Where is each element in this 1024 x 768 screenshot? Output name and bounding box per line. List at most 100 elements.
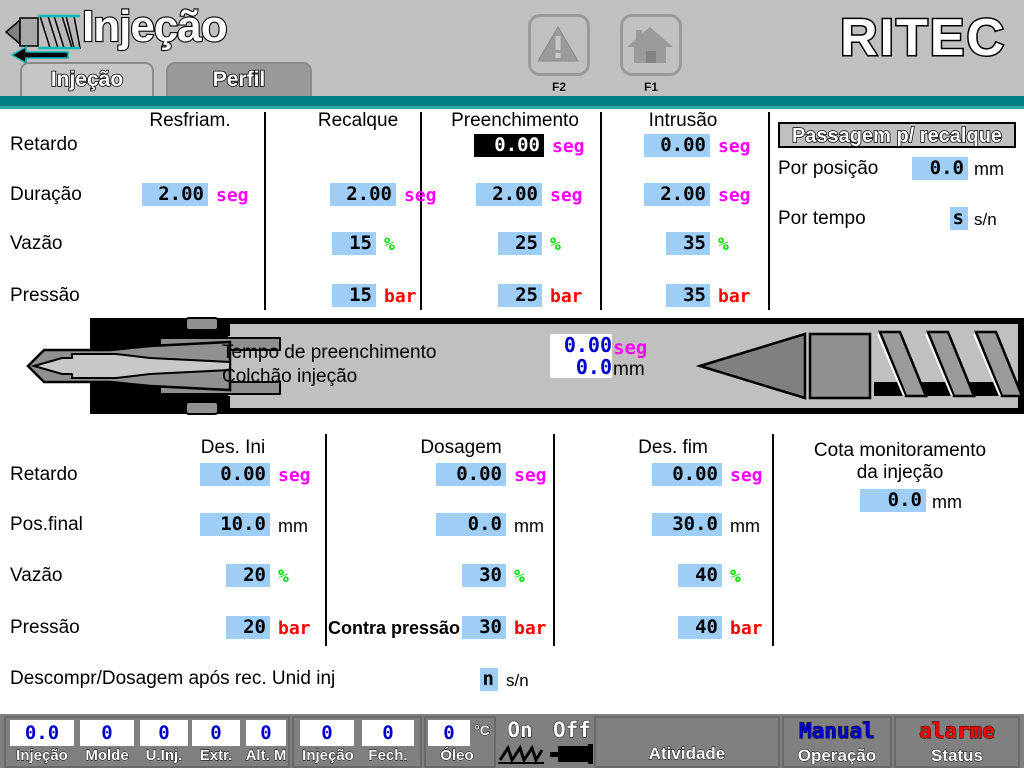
unit-preenchimento-pressao: bar (550, 286, 583, 307)
row-label-pressao-upper: Pressão (10, 285, 80, 306)
column-header-intrusao: Intrusão (648, 110, 718, 131)
column-header-resfriam: Resfriam. (149, 110, 231, 131)
f2-alarm-button[interactable] (528, 14, 590, 76)
status-value-extr: 0 (192, 720, 240, 746)
readout-tempo-unit: seg (613, 337, 648, 359)
unit-desini-pressao: bar (278, 618, 311, 639)
unit-contra-pressao: bar (514, 618, 547, 639)
field-desfim-retardo[interactable]: 0.00 (652, 463, 722, 486)
field-desfim-posfinal[interactable]: 30.0 (652, 513, 722, 536)
row-label-vazao-lower: Vazão (10, 565, 63, 586)
status-label-fech: Fech. (368, 747, 408, 765)
field-dosagem-posfinal[interactable]: 0.0 (436, 513, 506, 536)
label-contra-pressao: Contra pressão (328, 618, 461, 638)
field-por-tempo[interactable]: s (950, 207, 968, 230)
unit-resfriam-duracao: seg (216, 185, 249, 206)
field-dosagem-retardo[interactable]: 0.00 (436, 463, 506, 486)
label-descompr-dosagem: Descompr/Dosagem após rec. Unid inj (10, 668, 336, 689)
unit-preenchimento-retardo: seg (552, 136, 585, 157)
field-descompr-dosagem[interactable]: n (480, 668, 498, 691)
field-recalque-pressao[interactable]: 15 (332, 284, 376, 307)
unit-dosagem-posfinal: mm (514, 516, 544, 536)
field-contra-pressao[interactable]: 30 (462, 616, 506, 639)
unit-por-posicao: mm (974, 159, 1004, 179)
lower-divider-3 (772, 434, 774, 646)
status-alarm-value: alarme (919, 719, 996, 744)
unit-recalque-duracao: seg (404, 185, 437, 206)
field-preenchimento-pressao[interactable]: 25 (498, 284, 542, 307)
status-label-oleo: Óleo (440, 747, 474, 765)
row-label-retardo-lower: Retardo (10, 464, 78, 485)
status-operation-mode: Manual (799, 719, 876, 744)
unit-preenchimento-vazao: % (550, 234, 561, 255)
motor-icon (550, 744, 593, 764)
lower-divider-1 (325, 434, 327, 646)
column-header-dosagem: Dosagem (420, 437, 502, 458)
f1-label: F1 (643, 80, 658, 94)
status-label-uinj: U.Inj. (145, 747, 183, 765)
brand-logo: RITEC (839, 8, 1006, 69)
row-label-retardo-upper: Retardo (10, 134, 78, 155)
svg-text:Tempo de preenchimento: Tempo de preenchimento (222, 342, 436, 363)
accent-divider-light (0, 106, 1024, 109)
status-value-uinj: 0 (140, 720, 188, 746)
column-divider-3 (600, 112, 602, 310)
field-por-posicao[interactable]: 0.0 (912, 157, 968, 180)
field-intrusao-duracao[interactable]: 2.00 (644, 183, 710, 206)
lower-divider-2 (553, 434, 555, 646)
passagem-panel-title: Passagem p/ recalque (778, 122, 1016, 148)
status-value-injecao-press: 0 (300, 720, 354, 746)
row-label-posfinal: Pos.final (10, 514, 83, 535)
field-intrusao-pressao[interactable]: 35 (666, 284, 710, 307)
field-desini-retardo[interactable]: 0.00 (200, 463, 270, 486)
field-recalque-duracao[interactable]: 2.00 (330, 183, 396, 206)
unit-intrusao-vazao: % (718, 234, 729, 255)
field-desfim-vazao[interactable]: 40 (678, 564, 722, 587)
column-header-des-fim: Des. fim (638, 437, 708, 458)
unit-dosagem-vazao: % (514, 566, 525, 587)
field-preenchimento-vazao[interactable]: 25 (498, 232, 542, 255)
field-recalque-vazao[interactable]: 15 (332, 232, 376, 255)
field-preenchimento-retardo[interactable]: 0.00 (474, 134, 544, 157)
status-alarm-label: Status (931, 746, 984, 766)
status-operation-label: Operação (797, 746, 877, 766)
field-desfim-pressao[interactable]: 40 (678, 616, 722, 639)
unit-desini-vazao: % (278, 566, 289, 587)
readout-tempo-preenchimento-value: 0.00 (550, 334, 612, 356)
unit-desfim-pressao: bar (730, 618, 763, 639)
status-value-molde: 0 (80, 720, 134, 746)
svg-text:Colchão injeção: Colchão injeção (222, 366, 357, 387)
field-resfriam-duracao[interactable]: 2.00 (142, 183, 208, 206)
column-divider-2 (420, 112, 422, 310)
field-intrusao-vazao[interactable]: 35 (666, 232, 710, 255)
column-header-preenchimento: Preenchimento (451, 110, 579, 131)
unit-intrusao-pressao: bar (718, 286, 751, 307)
field-preenchimento-duracao[interactable]: 2.00 (476, 183, 542, 206)
field-intrusao-retardo[interactable]: 0.00 (644, 134, 710, 157)
page-title: Injeção (81, 1, 229, 52)
tab-perfil[interactable]: Perfil (166, 62, 312, 96)
readout-colchao-value: 0.0 (550, 356, 612, 378)
accent-divider (0, 96, 1024, 106)
field-desini-posfinal[interactable]: 10.0 (200, 513, 270, 536)
unit-intrusao-duracao: seg (718, 185, 751, 206)
status-unit-oleo: °C (474, 722, 491, 739)
column-header-recalque: Recalque (317, 110, 399, 131)
hmi-screen: Injeção F2 F1 RITEC Injeção Perfil Resfr… (0, 0, 1024, 768)
unit-desfim-retardo: seg (730, 465, 763, 486)
unit-recalque-vazao: % (384, 234, 395, 255)
unit-descompr-dosagem: s/n (506, 671, 529, 690)
label-por-posicao: Por posição (778, 158, 879, 179)
tab-injecao[interactable]: Injeção (20, 62, 154, 96)
readout-colchao-unit: mm (613, 359, 645, 380)
unit-desini-retardo: seg (278, 465, 311, 486)
unit-intrusao-retardo: seg (718, 136, 751, 157)
status-value-injecao-pos: 0.0 (10, 720, 74, 746)
unit-desini-posfinal: mm (278, 516, 308, 536)
field-cota-monitoramento[interactable]: 0.0 (860, 489, 926, 512)
status-value-altm: 0 (246, 720, 286, 746)
f1-home-button[interactable] (620, 14, 682, 76)
field-dosagem-vazao[interactable]: 30 (462, 564, 506, 587)
field-desini-vazao[interactable]: 20 (226, 564, 270, 587)
field-desini-pressao[interactable]: 20 (226, 616, 270, 639)
